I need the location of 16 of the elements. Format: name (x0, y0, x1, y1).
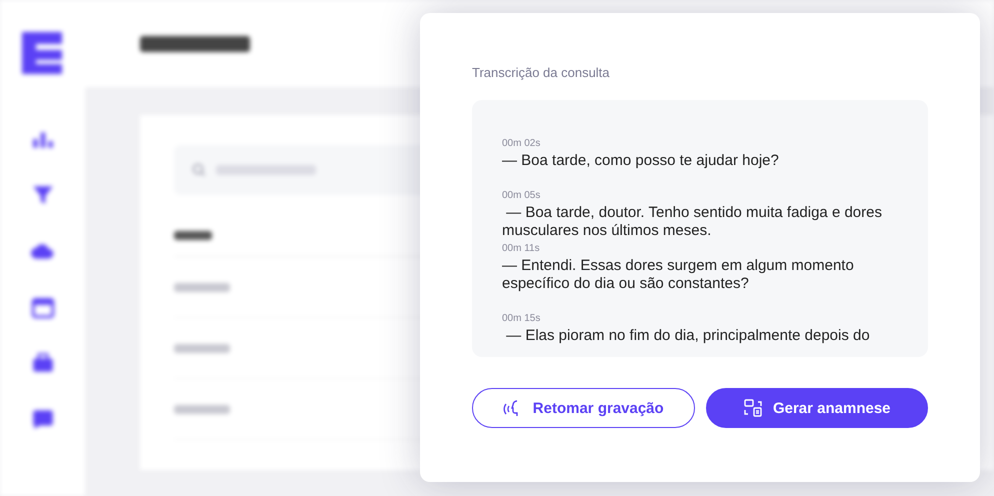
transcript-line: — Entendi. Essas dores surgem em algum momento específico do dia ou são constantes? (502, 257, 855, 293)
timestamp: 00m 02s (502, 138, 542, 149)
dialog-title: Transcrição da consulta (472, 65, 611, 80)
document-icon (742, 398, 763, 418)
blurred-table-cell (174, 282, 230, 292)
transcript-line: — Boa tarde, como posso te ajudar hoje? (502, 152, 780, 170)
timestamp: 00m 15s (502, 313, 542, 324)
blurred-table-cell (174, 344, 230, 352)
timestamp: 00m 11s (502, 243, 541, 254)
generate-button[interactable]: Gerar anamnese (706, 388, 928, 428)
blurred-table-cell (174, 404, 230, 414)
transcript-line: — Boa tarde, doutor. Tenho sentido muita fadiga e dores musculares nos últimos meses. (502, 204, 883, 240)
transcript-line: — Elas pioram no fim do dia, principalmente depois do (505, 327, 871, 345)
blurred-column-header (174, 231, 212, 240)
timestamp: 00m 05s (502, 190, 542, 201)
resume-button[interactable]: Retomar gravação (472, 388, 694, 428)
